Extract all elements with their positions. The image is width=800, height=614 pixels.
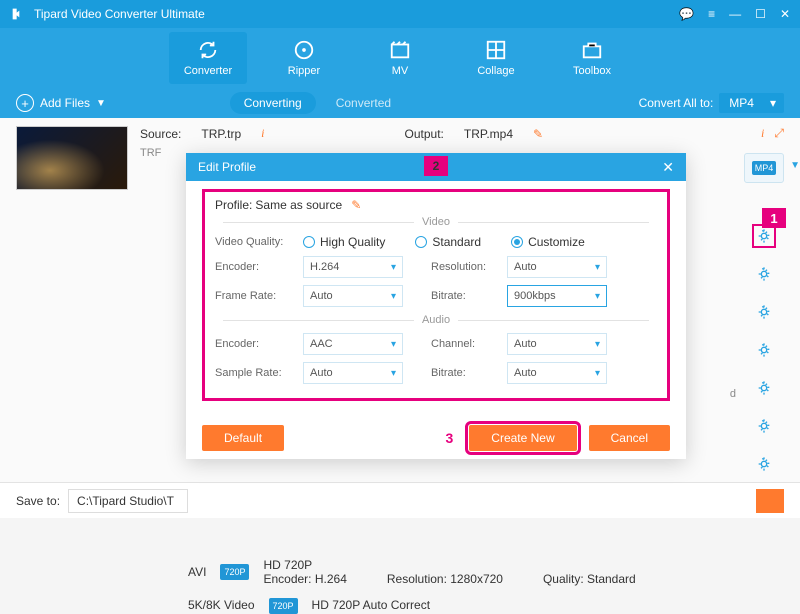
callout-3: 3 [445,430,453,446]
video-section-header: Video [215,216,657,228]
callout-1: 1 [762,208,786,228]
video-encoder-label: Encoder: [215,261,295,273]
output-format-pill[interactable]: MP4 [744,153,784,183]
chevron-down-icon: ▼ [96,98,106,109]
bg-format-row: AVI 720P HD 720P Encoder: H.264 Resoluti… [188,558,740,586]
audio-bitrate-label: Bitrate: [431,367,499,379]
converter-icon [197,39,219,61]
tab-ripper[interactable]: Ripper [265,32,343,84]
app-title: Tipard Video Converter Ultimate [34,7,679,21]
expand-icon[interactable]: ⤢ [774,126,784,141]
convert-button-edge[interactable] [756,489,784,513]
ripper-icon [293,39,315,61]
video-bitrate-input[interactable]: 900kbps [507,285,607,307]
gear-icon-5[interactable] [756,380,772,396]
gear-icon-3[interactable] [756,304,772,320]
bg-720p-title: HD 720P [263,558,635,572]
output-value: TRP.mp4 [464,127,513,141]
save-to-label: Save to: [16,494,60,508]
source-label: Source: [140,127,181,141]
resolution-select[interactable]: Auto [507,256,607,278]
info-icon[interactable]: i [261,126,264,141]
cancel-button[interactable]: Cancel [589,425,670,451]
tab-collage[interactable]: Collage [457,32,535,84]
framerate-label: Frame Rate: [215,290,295,302]
default-button[interactable]: Default [202,425,284,451]
radio-standard[interactable]: Standard [415,235,481,249]
gear-icon-4[interactable] [756,342,772,358]
samplerate-select[interactable]: Auto [303,362,403,384]
maximize-button[interactable]: ☐ [755,7,766,21]
minimize-button[interactable]: — [729,7,741,21]
framerate-select[interactable]: Auto [303,285,403,307]
gear-icon-2[interactable] [756,266,772,282]
radio-customize[interactable]: Customize [511,235,585,249]
info-icon-2[interactable]: i [761,126,764,141]
menu-icon[interactable]: ≡ [708,7,715,21]
mv-icon [389,39,411,61]
close-window-button[interactable]: ✕ [780,7,790,21]
profile-value: Same as source [255,198,342,212]
callout-2: 2 [424,156,448,176]
bg-720p-badge: 720P [220,564,249,580]
gear-icon-7[interactable] [756,456,772,472]
audio-section-header: Audio [215,314,657,326]
tab-converted[interactable]: Converted [336,96,391,110]
video-bitrate-label: Bitrate: [431,290,499,302]
radio-high-quality[interactable]: High Quality [303,235,385,249]
channel-select[interactable]: Auto [507,333,607,355]
tab-converter[interactable]: Converter [169,32,247,84]
video-thumbnail[interactable] [16,126,128,190]
format-badge: MP4 [752,161,777,175]
main-toolbar: Converter Ripper MV Collage Toolbox [0,28,800,88]
edit-output-icon[interactable]: ✎ [533,127,543,141]
tab-converting[interactable]: Converting [230,92,316,114]
bg-format-row-2: 5K/8K Video 720P HD 720P Auto Correct [188,598,430,614]
app-logo-icon [10,6,26,22]
gear-icon-6[interactable] [756,418,772,434]
convert-all-format-select[interactable]: MP4 [719,93,784,113]
collage-icon [485,39,507,61]
save-path-field[interactable]: C:\Tipard Studio\T [68,489,188,513]
audio-bitrate-select[interactable]: Auto [507,362,607,384]
video-encoder-select[interactable]: H.264 [303,256,403,278]
add-files-button[interactable]: + Add Files ▼ [16,94,106,112]
dialog-titlebar: Edit Profile 2 ✕ [186,153,686,181]
profile-label: Profile: [215,198,252,212]
audio-encoder-select[interactable]: AAC [303,333,403,355]
bottom-bar: Save to: C:\Tipard Studio\T [0,482,800,518]
subbar: + Add Files ▼ Converting Converted Conve… [0,88,800,118]
edit-profile-name-icon[interactable]: ✎ [351,198,361,212]
settings-gear-column [756,228,772,472]
bg-d-suffix: d [730,388,736,400]
edit-profile-dialog: Edit Profile 2 ✕ Profile: Same as source… [186,153,686,459]
resolution-label: Resolution: [431,261,499,273]
convert-all-label: Convert All to: [639,96,714,110]
video-quality-label: Video Quality: [215,236,295,248]
titlebar: Tipard Video Converter Ultimate 💬 ≡ — ☐ … [0,0,800,28]
dialog-close-button[interactable]: ✕ [662,159,674,176]
tab-mv[interactable]: MV [361,32,439,84]
feedback-icon[interactable]: 💬 [679,7,694,21]
gear-icon-1[interactable] [756,228,772,244]
source-value: TRP.trp [201,127,241,141]
format-caret-icon[interactable]: ▼ [790,160,800,171]
samplerate-label: Sample Rate: [215,367,295,379]
tab-toolbox[interactable]: Toolbox [553,32,631,84]
toolbox-icon [581,39,603,61]
audio-encoder-label: Encoder: [215,338,295,350]
output-label: Output: [405,127,444,141]
dialog-title: Edit Profile [198,160,256,174]
bg-avi-label[interactable]: AVI [188,565,206,579]
plus-icon: + [16,94,34,112]
channel-label: Channel: [431,338,499,350]
create-new-button[interactable]: Create New [469,425,576,451]
settings-highlight-box: Profile: Same as source ✎ Video Video Qu… [202,189,670,401]
